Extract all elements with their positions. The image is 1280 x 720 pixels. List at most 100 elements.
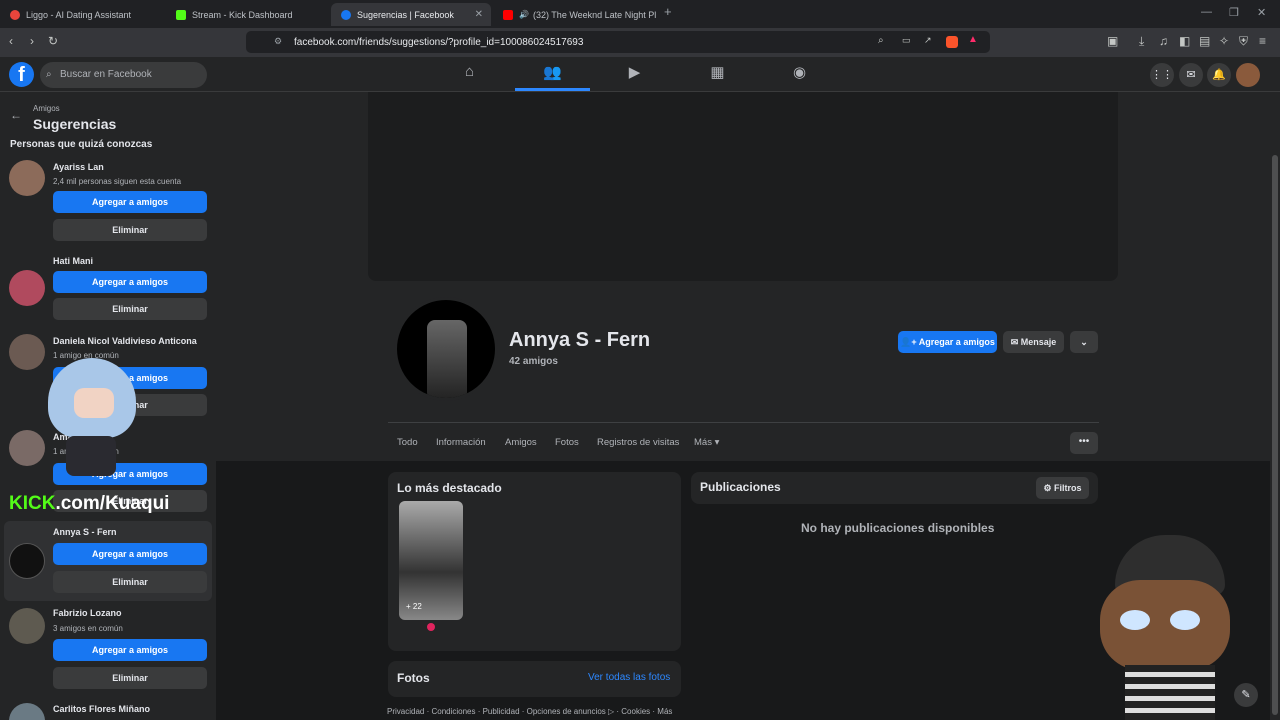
breadcrumb[interactable]: Amigos xyxy=(33,104,60,113)
person-sub: 3 amigos en común xyxy=(53,624,123,633)
cast-icon[interactable]: ▭ xyxy=(902,35,911,46)
tab-title: Liggo - AI Dating Assistant xyxy=(26,9,132,20)
person-name[interactable]: Daniela Nicol Valdivieso Anticona xyxy=(53,336,197,346)
tab-informacion[interactable]: Información xyxy=(436,437,486,448)
tab-kick[interactable]: Stream - Kick Dashboard xyxy=(166,3,329,26)
minimize-icon[interactable]: — xyxy=(1201,6,1212,18)
tab-fotos[interactable]: Fotos xyxy=(555,437,579,448)
avatar[interactable] xyxy=(9,608,45,644)
maximize-icon[interactable]: ❐ xyxy=(1229,6,1239,19)
more-options-button[interactable]: ⌄ xyxy=(1070,331,1098,353)
compose-message-button[interactable]: ✎ xyxy=(1234,683,1258,707)
avatar[interactable] xyxy=(9,703,45,720)
url-text: facebook.com/friends/suggestions/?profil… xyxy=(294,36,584,48)
suggestion-annya[interactable]: Annya S - Fern Agregar a amigos Eliminar xyxy=(4,521,212,601)
suggestion-carlitos[interactable]: Carlitos Flores Miñano xyxy=(4,697,212,720)
message-label: Mensaje xyxy=(1020,337,1057,347)
brave-rewards-icon[interactable]: ▲ xyxy=(968,34,978,45)
nav-marketplace[interactable]: ▦ xyxy=(680,63,755,91)
tab-facebook[interactable]: Sugerencias | Facebook ✕ xyxy=(331,3,491,26)
search-input[interactable]: ⌕ Buscar en Facebook xyxy=(40,62,207,88)
add-friend-button[interactable]: Agregar a amigos xyxy=(53,639,207,661)
add-friend-button[interactable]: 👤+ Agregar a amigos xyxy=(898,331,997,353)
footer-links[interactable]: Privacidad · Condiciones · Publicidad · … xyxy=(387,707,672,716)
nav-home[interactable]: ⌂ xyxy=(432,63,507,91)
nav-watch[interactable]: ▶ xyxy=(597,63,672,91)
filters-label: Filtros xyxy=(1054,483,1082,493)
highlight-story[interactable]: + 22 xyxy=(399,501,463,620)
bell-icon: 🔔 xyxy=(1212,69,1226,81)
tab-amigos[interactable]: Amigos xyxy=(505,437,537,448)
person-name[interactable]: Carlitos Flores Miñano xyxy=(53,704,150,714)
nav-friends[interactable]: 👥 xyxy=(515,63,590,91)
back-arrow-icon[interactable]: ← xyxy=(10,108,22,122)
suggestion-hati[interactable]: Hati Mani Agregar a amigos Eliminar xyxy=(4,250,212,330)
see-all-photos-link[interactable]: Ver todas las fotos xyxy=(588,672,670,683)
vpn-icon[interactable]: ⛨ xyxy=(1239,34,1248,49)
messenger-button[interactable]: ✉ xyxy=(1179,63,1203,87)
tab-registros[interactable]: Registros de visitas xyxy=(597,437,679,448)
tab-mas[interactable]: Más ▾ xyxy=(694,437,719,448)
address-bar[interactable]: ⚙ facebook.com/friends/suggestions/?prof… xyxy=(246,31,990,53)
menu-grid-button[interactable]: ⋮⋮ xyxy=(1150,63,1174,87)
person-name[interactable]: Annya S - Fern xyxy=(53,527,117,537)
avatar[interactable] xyxy=(9,334,45,370)
youtube-favicon-icon xyxy=(503,9,513,20)
tab-liggo[interactable]: Liggo - AI Dating Assistant xyxy=(0,3,165,26)
zoom-icon[interactable]: ⌕ xyxy=(878,35,884,46)
avatar[interactable] xyxy=(9,160,45,196)
message-button[interactable]: ✉ Mensaje xyxy=(1003,331,1064,353)
remove-button[interactable]: Eliminar xyxy=(53,571,207,593)
messenger-icon: ✉ xyxy=(1186,69,1196,81)
share-icon[interactable]: ↗ xyxy=(924,35,932,46)
media-icon[interactable]: ♫ xyxy=(1159,34,1168,48)
avatar[interactable] xyxy=(9,430,45,466)
kick-logo-text: KICK xyxy=(9,493,56,514)
profile-photo-figure xyxy=(427,320,467,398)
back-icon[interactable]: ‹ xyxy=(9,34,13,48)
suggestion-ayariss[interactable]: Ayariss Lan 2,4 mil personas siguen esta… xyxy=(4,156,212,246)
sidebar-icon[interactable]: ◧ xyxy=(1179,34,1190,48)
grid-icon: ⋮⋮ xyxy=(1151,69,1173,81)
close-tab-icon[interactable]: ✕ xyxy=(475,9,483,20)
scrollbar-thumb[interactable] xyxy=(1272,155,1278,715)
menu-icon[interactable]: ≡ xyxy=(1259,34,1266,48)
reader-icon[interactable]: ▣ xyxy=(1107,34,1118,48)
avatar[interactable] xyxy=(9,543,45,579)
friend-count[interactable]: 42 amigos xyxy=(509,356,558,367)
leo-ai-icon[interactable]: ✧ xyxy=(1219,34,1229,48)
site-settings-icon[interactable]: ⚙ xyxy=(274,36,282,47)
tab-youtube[interactable]: 🔊 (32) The Weeknd Late Night Playl xyxy=(493,3,656,26)
remove-button[interactable]: Eliminar xyxy=(53,667,207,689)
highlights-card: Lo más destacado + 22 xyxy=(388,472,681,651)
add-friend-button[interactable]: Agregar a amigos xyxy=(53,271,207,293)
brave-shield-icon[interactable] xyxy=(946,36,958,48)
avatar[interactable] xyxy=(9,270,45,306)
notifications-button[interactable]: 🔔 xyxy=(1207,63,1231,87)
person-name[interactable]: Fabrizio Lozano xyxy=(53,608,122,618)
person-name[interactable]: Ayariss Lan xyxy=(53,162,104,172)
facebook-logo[interactable]: f xyxy=(9,62,34,87)
close-window-icon[interactable]: ✕ xyxy=(1257,6,1266,19)
download-icon[interactable]: ⤓ xyxy=(1139,34,1144,49)
profile-more-button[interactable]: ••• xyxy=(1070,432,1098,454)
suggestion-fabrizio[interactable]: Fabrizio Lozano 3 amigos en común Agrega… xyxy=(4,604,212,694)
account-avatar[interactable] xyxy=(1236,63,1260,87)
filters-button[interactable]: ⚙ Filtros xyxy=(1036,477,1089,499)
new-tab-icon[interactable]: + xyxy=(664,4,672,19)
tab-todo[interactable]: Todo xyxy=(397,437,418,448)
remove-button[interactable]: Eliminar xyxy=(53,298,207,320)
nav-groups[interactable]: ◉ xyxy=(762,63,837,91)
person-name[interactable]: Hati Mani xyxy=(53,256,93,266)
browser-tab-bar: Liggo - AI Dating Assistant Stream - Kic… xyxy=(0,0,1280,28)
add-friend-button[interactable]: Agregar a amigos xyxy=(53,543,207,565)
facebook-favicon-icon xyxy=(341,9,351,20)
forward-icon[interactable]: › xyxy=(30,34,34,48)
wallet-icon[interactable]: ▤ xyxy=(1199,34,1210,48)
left-eye-shape xyxy=(1120,610,1150,630)
add-friend-button[interactable]: Agregar a amigos xyxy=(53,191,207,213)
reload-icon[interactable]: ↻ xyxy=(48,34,58,48)
profile-picture[interactable] xyxy=(394,297,498,401)
remove-button[interactable]: Eliminar xyxy=(53,219,207,241)
cover-photo[interactable] xyxy=(368,92,1118,281)
